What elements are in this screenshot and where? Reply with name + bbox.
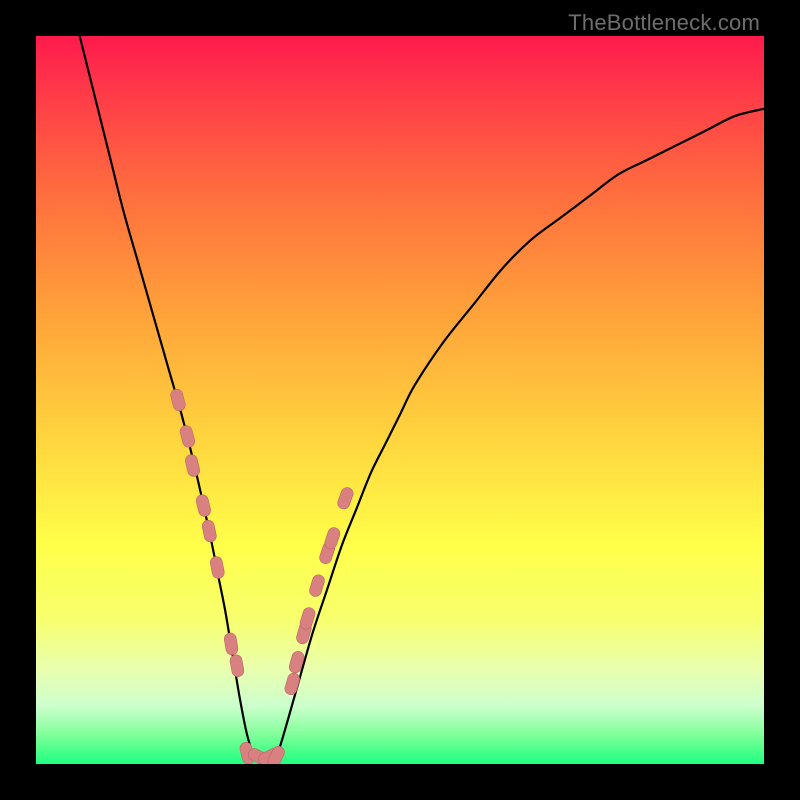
plot-area xyxy=(36,36,764,764)
chart-frame: TheBottleneck.com xyxy=(0,0,800,800)
watermark-text: TheBottleneck.com xyxy=(568,10,760,36)
curve-marker xyxy=(201,519,217,543)
curve-marker xyxy=(323,526,341,551)
curve-marker xyxy=(195,493,212,517)
curve-marker xyxy=(308,573,326,598)
curve-marker xyxy=(336,486,355,511)
bottleneck-curve xyxy=(36,36,764,764)
marker-group xyxy=(169,388,354,764)
curve-marker xyxy=(283,672,301,696)
curve-marker xyxy=(184,453,201,477)
curve-marker xyxy=(209,555,225,579)
curve-marker xyxy=(223,632,238,656)
curve-marker xyxy=(179,424,196,448)
curve-marker xyxy=(229,654,245,678)
curve-marker xyxy=(169,388,186,412)
